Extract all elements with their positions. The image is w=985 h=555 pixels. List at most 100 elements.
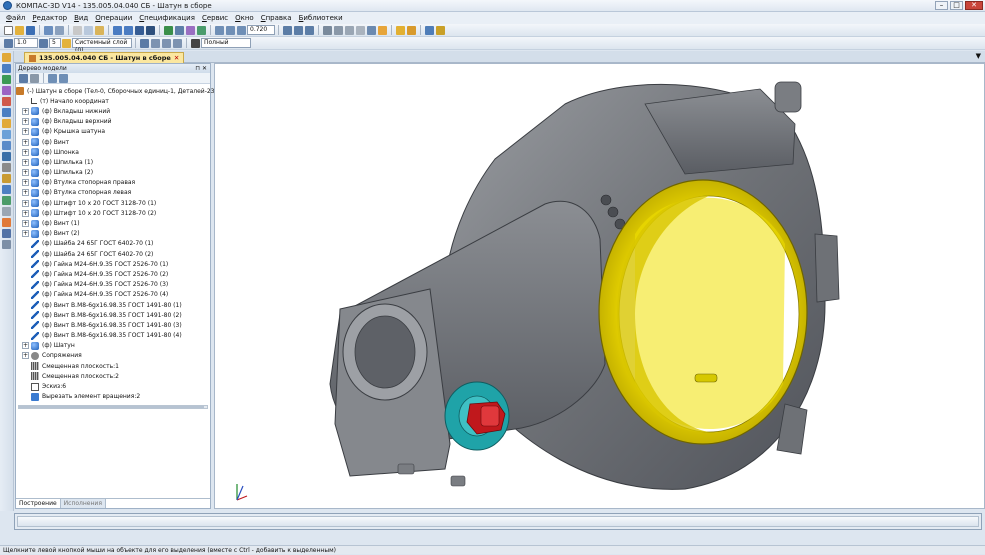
document-tab[interactable]: 135.005.04.040 СБ - Шатун в сборе ✕ [24,52,185,63]
designations-icon[interactable] [2,185,11,194]
help-icon[interactable] [146,25,155,35]
shaded-icon[interactable] [367,25,376,35]
tree-item[interactable]: + (ф) Вкладыш верхний [16,117,210,127]
tree-item[interactable]: + (ф) Крышка шатуна [16,127,210,137]
reports-icon[interactable] [2,174,11,183]
arrays-icon[interactable] [2,97,11,106]
expand-icon[interactable]: + [22,118,29,126]
menu-operations[interactable]: Операции [95,14,132,22]
manager-icon[interactable] [197,25,206,35]
property-bar-field[interactable] [17,516,979,527]
mates-tool-icon[interactable] [2,119,11,128]
tree-item[interactable]: (ф) Гайка М24-6Н.9.35 ГОСТ 2526-70 (3) [16,280,210,290]
tree-item[interactable]: + (ф) Втулка стопорная левая [16,188,210,198]
rotate-icon[interactable] [294,25,303,35]
tree-item[interactable]: (ф) Винт В.М8-6gх16.98.35 ГОСТ 1491-80 (… [16,310,210,320]
paste-icon[interactable] [95,25,104,35]
expand-icon[interactable]: + [22,128,29,136]
tree-item[interactable]: + (ф) Штифт 10 х 20 ГОСТ 3128-70 (2) [16,208,210,218]
menu-window[interactable]: Окно [235,14,254,22]
expand-icon[interactable]: + [22,352,29,360]
tree-item[interactable]: + (ф) Шпилька (2) [16,168,210,178]
surfaces-icon[interactable] [2,86,11,95]
properties-icon[interactable] [135,25,144,35]
tree-item[interactable]: + Сопряжения [16,351,210,361]
tab-configurations[interactable]: Исполнения [60,499,106,508]
print-icon[interactable] [44,25,53,35]
connecting-rod-model[interactable] [215,64,984,508]
layer-icon[interactable] [62,38,71,48]
coordinate-system-icon[interactable] [140,38,149,48]
tree-item[interactable]: Смещенная плоскость:1 [16,361,210,371]
shaded-edges-icon[interactable] [378,25,387,35]
expand-icon[interactable]: + [22,189,29,197]
selection-tools-icon[interactable] [2,207,11,216]
tree-item[interactable]: (ф) Винт В.М8-6gх16.98.35 ГОСТ 1491-80 (… [16,331,210,341]
tree-item[interactable]: (т) Начало координат [16,96,210,106]
copy-icon[interactable] [84,25,93,35]
assembly-tools-icon[interactable] [2,53,11,62]
tree-item[interactable]: (ф) Гайка М24-6Н.9.35 ГОСТ 2526-70 (4) [16,290,210,300]
equipment-icon[interactable] [2,229,11,238]
pipelines-icon[interactable] [2,218,11,227]
tree-order-icon[interactable] [19,73,28,83]
grid-icon[interactable] [162,38,171,48]
library-tools-icon[interactable] [2,240,11,249]
minimize-button[interactable]: – [935,1,948,10]
maximize-button[interactable]: □ [950,1,963,10]
expand-icon[interactable]: + [22,230,29,238]
line-style-field[interactable]: Полный [201,38,251,48]
expand-icon[interactable]: + [22,158,29,166]
refresh-icon[interactable] [305,25,314,35]
tree-root[interactable]: (-) Шатун в сборе (Тел-0, Сборочных един… [16,86,217,96]
tree-structure-icon[interactable] [30,73,39,83]
measurements-icon[interactable] [2,141,11,150]
undo-icon[interactable] [113,25,122,35]
tree-item[interactable]: + (ф) Винт (2) [16,229,210,239]
zoom-in-icon[interactable] [215,25,224,35]
expand-icon[interactable]: + [22,169,29,177]
libraries-icon[interactable] [164,25,173,35]
snap-icon[interactable] [173,38,182,48]
auxiliary-geometry-icon[interactable] [2,108,11,117]
zoom-window-icon[interactable] [237,25,246,35]
model-viewport[interactable]: ▼ [214,52,985,509]
expand-icon[interactable]: + [22,107,29,115]
cursor-step-icon[interactable] [39,38,48,48]
redo-icon[interactable] [124,25,133,35]
filter-icon[interactable] [425,25,434,35]
step-field[interactable]: 5 [49,38,61,48]
tree-item[interactable]: + (ф) Шпонка [16,147,210,157]
print-preview-icon[interactable] [55,25,64,35]
tree-filter-icon[interactable] [59,73,68,83]
measure-icon[interactable] [186,25,195,35]
new-document-icon[interactable] [4,25,13,35]
expand-icon[interactable]: + [22,148,29,156]
perspective-icon[interactable] [396,25,405,35]
tree-item[interactable]: + (ф) Шатун [16,341,210,351]
wireframe-icon[interactable] [334,25,343,35]
tree-item[interactable]: (ф) Винт В.М8-6gх16.98.35 ГОСТ 1491-80 (… [16,300,210,310]
zoom-out-icon[interactable] [226,25,235,35]
tabs-dropdown-icon[interactable]: ▼ [976,52,981,60]
filters-icon[interactable] [2,152,11,161]
tree-item[interactable]: Эскиз:6 [16,381,210,391]
hidden-lines-icon[interactable] [345,25,354,35]
expand-icon[interactable]: + [22,220,29,228]
expand-icon[interactable]: + [22,342,29,350]
menu-edit[interactable]: Редактор [32,14,67,22]
open-icon[interactable] [15,25,24,35]
menu-help[interactable]: Справка [261,14,292,22]
halftone-icon[interactable] [356,25,365,35]
layer-field[interactable]: Системный слой (0) [72,38,132,54]
tree-item[interactable]: Вырезать элемент вращения:2 [16,392,210,402]
tree-item[interactable]: + (ф) Штифт 10 х 20 ГОСТ 3128-70 (1) [16,198,210,208]
scale-field[interactable]: 1.0 [14,38,38,48]
spatial-curves-icon[interactable] [2,75,11,84]
line-style-icon[interactable] [191,38,200,48]
section-icon[interactable] [407,25,416,35]
menu-file[interactable]: Файл [6,14,25,22]
expand-icon[interactable]: + [22,199,29,207]
pan-icon[interactable] [283,25,292,35]
tree-item[interactable]: + (ф) Винт [16,137,210,147]
